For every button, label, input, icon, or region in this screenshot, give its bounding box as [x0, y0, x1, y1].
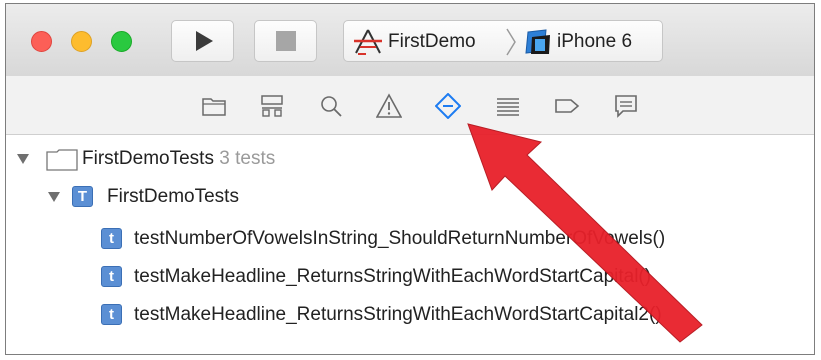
- folder-icon[interactable]: [201, 93, 227, 119]
- run-button[interactable]: [171, 20, 234, 62]
- test-count-label: 3 tests: [219, 148, 276, 169]
- zoom-window-button[interactable]: [111, 31, 132, 52]
- scheme-device-name: iPhone 6: [557, 31, 633, 52]
- xcode-window: FirstDemo iPhone 6 FirstDemoTests 3 test…: [5, 3, 815, 355]
- test-method-icon: t: [101, 266, 122, 287]
- play-icon: [196, 31, 213, 51]
- test-class-name: FirstDemoTests: [107, 186, 239, 207]
- minimize-window-button[interactable]: [71, 31, 92, 52]
- test-navigator-tree: FirstDemoTests 3 tests T FirstDemoTests …: [6, 135, 814, 354]
- stop-button[interactable]: [254, 20, 317, 62]
- search-icon[interactable]: [318, 93, 344, 119]
- test-method-name: testMakeHeadline_ReturnsStringWithEachWo…: [134, 304, 662, 325]
- test-method-icon: t: [101, 304, 122, 325]
- window-toolbar: FirstDemo iPhone 6: [6, 4, 814, 77]
- simulator-device-icon: [525, 29, 550, 54]
- app-target-icon: [354, 29, 382, 55]
- test-method-name: testMakeHeadline_ReturnsStringWithEachWo…: [134, 266, 652, 287]
- scheme-selector[interactable]: FirstDemo iPhone 6: [343, 20, 663, 62]
- warning-icon[interactable]: [376, 93, 402, 119]
- stop-icon: [276, 31, 296, 51]
- report-icon[interactable]: [613, 93, 639, 119]
- test-class-icon: T: [72, 186, 93, 207]
- symbol-icon[interactable]: [259, 93, 285, 119]
- tree-row-test-method[interactable]: t testMakeHeadline_ReturnsStringWithEach…: [6, 301, 814, 329]
- disclosure-triangle-icon[interactable]: [17, 154, 29, 164]
- test-method-icon: t: [101, 228, 122, 249]
- test-navigator-icon[interactable]: [435, 93, 461, 119]
- tree-row-test-method[interactable]: t testMakeHeadline_ReturnsStringWithEach…: [6, 263, 814, 291]
- debug-navigator-icon[interactable]: [495, 93, 521, 119]
- tree-row-test-bundle[interactable]: FirstDemoTests 3 tests: [6, 145, 814, 173]
- breakpoint-icon[interactable]: [554, 93, 580, 119]
- close-window-button[interactable]: [31, 31, 52, 52]
- disclosure-triangle-icon[interactable]: [48, 192, 60, 202]
- chevron-right-icon: [506, 28, 516, 56]
- navigator-selector-bar: [6, 76, 814, 135]
- scheme-app-name: FirstDemo: [388, 31, 476, 52]
- test-bundle-name: FirstDemoTests: [82, 148, 214, 169]
- tree-row-test-method[interactable]: t testNumberOfVowelsInString_ShouldRetur…: [6, 225, 814, 253]
- test-bundle-folder-icon: [46, 149, 78, 171]
- tree-row-test-class[interactable]: T FirstDemoTests: [6, 183, 814, 211]
- test-method-name: testNumberOfVowelsInString_ShouldReturnN…: [134, 228, 666, 249]
